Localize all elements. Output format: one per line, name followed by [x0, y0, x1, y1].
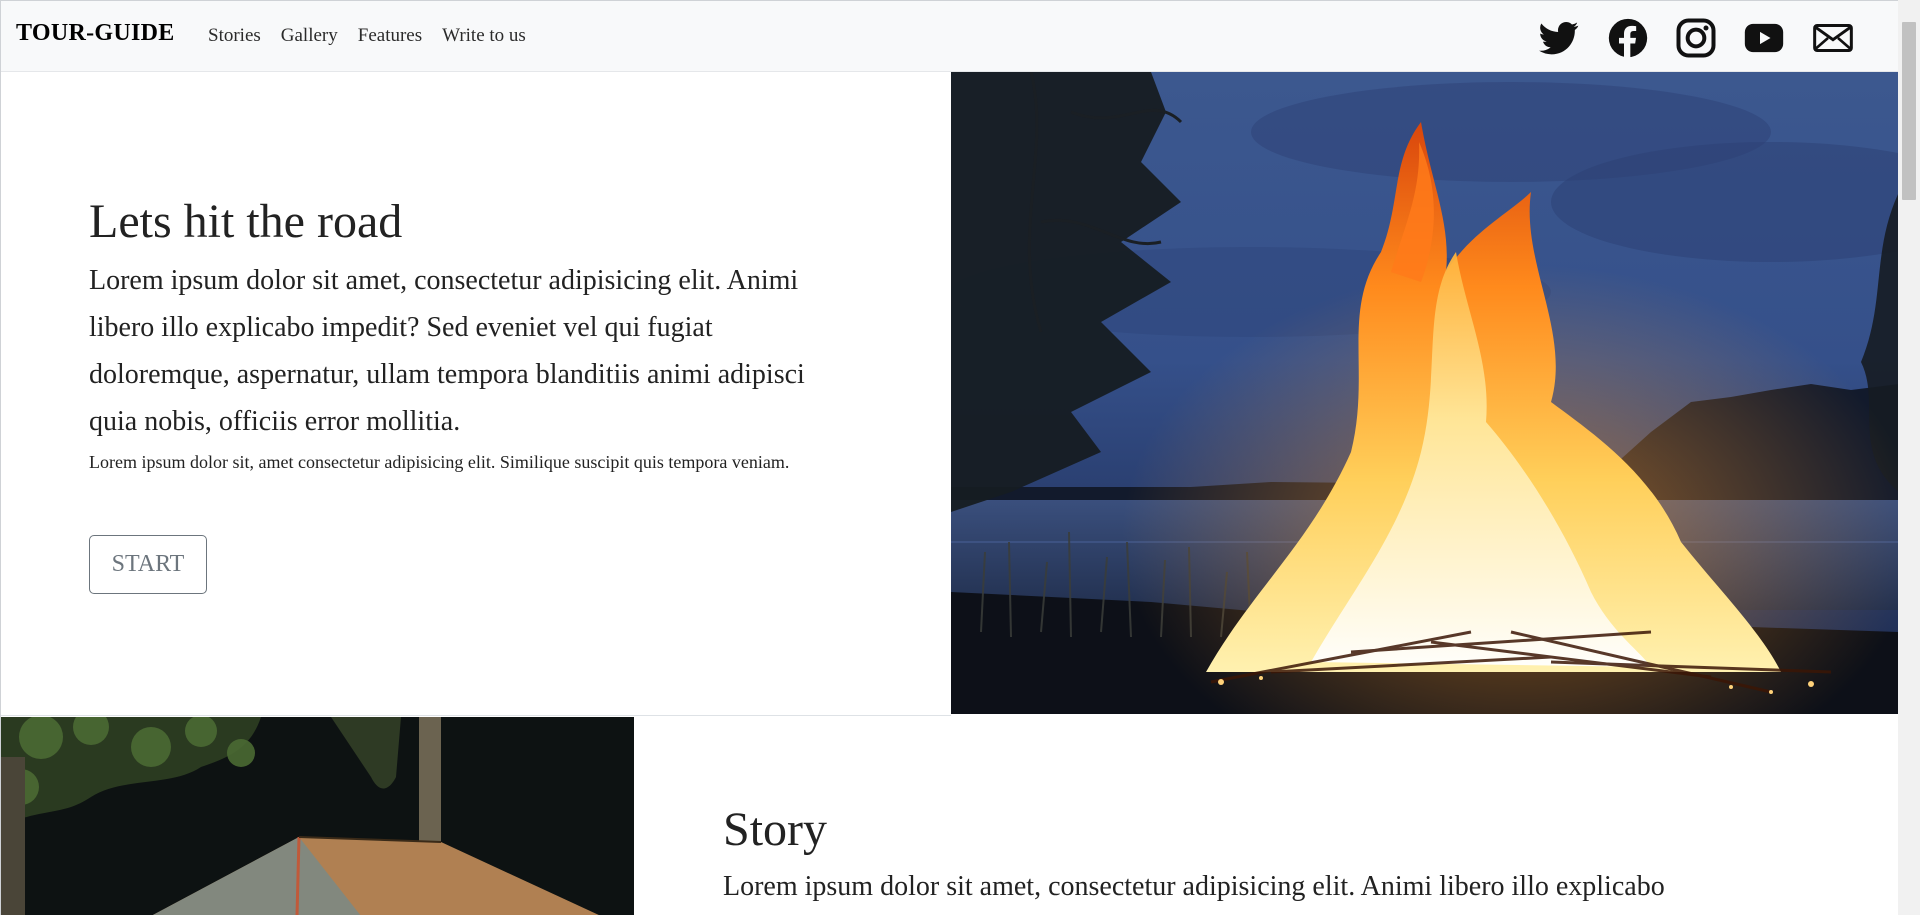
nav-link-stories[interactable]: Stories [208, 25, 261, 47]
brand-logo[interactable]: TOUR-GUIDE [16, 20, 175, 47]
bonfire-image [951, 72, 1898, 714]
hero-lead: Lorem ipsum dolor sit amet, consectetur … [89, 264, 805, 437]
nav-link-gallery[interactable]: Gallery [281, 25, 338, 47]
tent-image [1, 717, 634, 915]
twitter-icon[interactable] [1539, 18, 1579, 58]
story-lead: Lorem ipsum dolor sit amet, consectetur … [723, 870, 1665, 902]
navbar: TOUR-GUIDE Stories Gallery Features Writ… [1, 1, 1898, 72]
envelope-icon[interactable] [1813, 18, 1853, 58]
nav-link-features[interactable]: Features [358, 25, 422, 47]
story-text: Story Lorem ipsum dolor sit amet, consec… [723, 801, 1823, 910]
story-title: Story [723, 803, 828, 856]
vertical-scrollbar[interactable] [1898, 0, 1920, 915]
hero-text: Lets hit the road Lorem ipsum dolor sit … [89, 193, 829, 477]
hero-title: Lets hit the road [89, 195, 403, 248]
nav-links: Stories Gallery Features Write to us [208, 25, 546, 47]
instagram-icon[interactable] [1676, 18, 1716, 58]
section-divider [1, 715, 951, 716]
page: TOUR-GUIDE Stories Gallery Features Writ… [0, 0, 1898, 915]
nav-link-write-to-us[interactable]: Write to us [442, 25, 526, 47]
hero-small-text: Lorem ipsum dolor sit, amet consectetur … [89, 451, 790, 472]
scrollbar-thumb[interactable] [1902, 22, 1916, 200]
facebook-icon[interactable] [1608, 18, 1648, 58]
youtube-icon[interactable] [1744, 18, 1784, 58]
start-button[interactable]: START [89, 535, 207, 594]
